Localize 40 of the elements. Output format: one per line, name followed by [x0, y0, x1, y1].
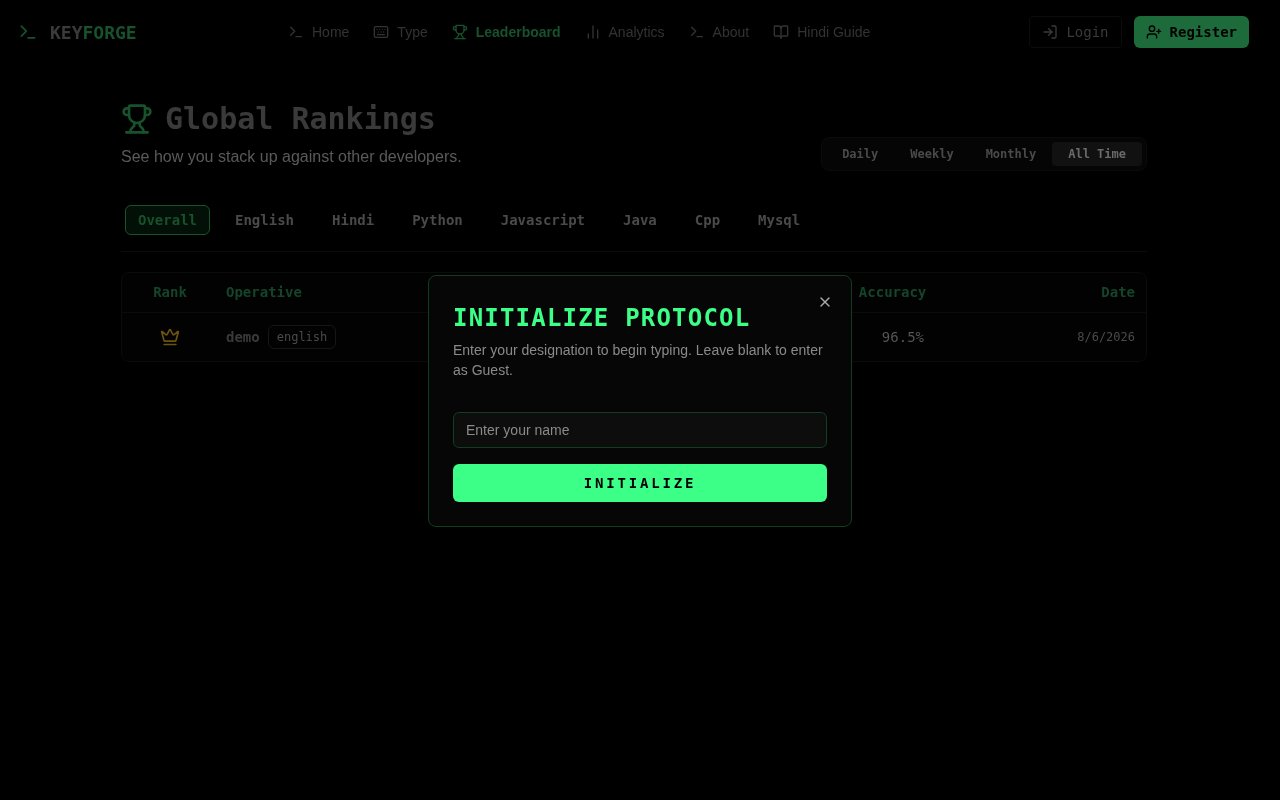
login-button[interactable]: Login — [1029, 16, 1122, 48]
category-tab[interactable]: Java — [610, 205, 670, 235]
category-tab[interactable]: Cpp — [681, 205, 734, 235]
operative-name: demo — [226, 327, 260, 347]
user-plus-icon — [1145, 24, 1162, 40]
column-header: Rank — [152, 283, 188, 302]
brand-logo[interactable]: KEYFORGE — [50, 18, 137, 46]
dialog-text: Enter your designation to begin typing. Leave blank to enter as Guest. — [453, 341, 824, 380]
period-tab[interactable]: All Time — [1052, 142, 1142, 166]
nav-link[interactable]: Leaderboard — [451, 21, 561, 43]
period-tab[interactable]: Monthly — [969, 142, 1053, 166]
book-icon — [773, 24, 790, 40]
login-icon — [1042, 24, 1059, 40]
category-tab[interactable]: Mysql — [745, 205, 814, 235]
terminal-icon — [18, 22, 38, 42]
trophy-icon — [121, 102, 153, 135]
initialize-button[interactable]: INITIALIZE — [453, 464, 827, 502]
category-tab[interactable]: English — [222, 205, 308, 235]
name-input[interactable]: Enter your name — [453, 412, 827, 448]
terminal-icon — [688, 24, 705, 40]
column-header: Accuracy — [858, 283, 927, 302]
page-title: Global Rankings — [165, 100, 436, 138]
column-header: Date — [1101, 283, 1135, 302]
accuracy-cell-text: 96.5% — [880, 327, 924, 347]
dialog-title: INITIALIZE PROTOCOL — [453, 303, 752, 334]
trophy-icon — [451, 24, 468, 40]
column-header: Operative — [226, 283, 302, 302]
category-tab[interactable]: Hindi — [319, 205, 388, 235]
category-tab[interactable]: Python — [399, 205, 476, 235]
register-button[interactable]: Register — [1133, 16, 1249, 48]
period-tab[interactable]: Daily — [826, 142, 895, 166]
crown-icon — [160, 327, 180, 347]
page-subtitle: See how you stack up against other developers. — [121, 147, 462, 167]
period-tab[interactable]: Weekly — [894, 142, 970, 166]
date-cell-text: 8/6/2026 — [1077, 329, 1135, 346]
language-tag: english — [267, 325, 337, 349]
keyboard-icon — [373, 24, 390, 40]
category-tab[interactable]: Javascript — [487, 205, 599, 235]
terminal-icon — [288, 24, 304, 40]
category-tab[interactable]: Overall — [125, 205, 210, 235]
